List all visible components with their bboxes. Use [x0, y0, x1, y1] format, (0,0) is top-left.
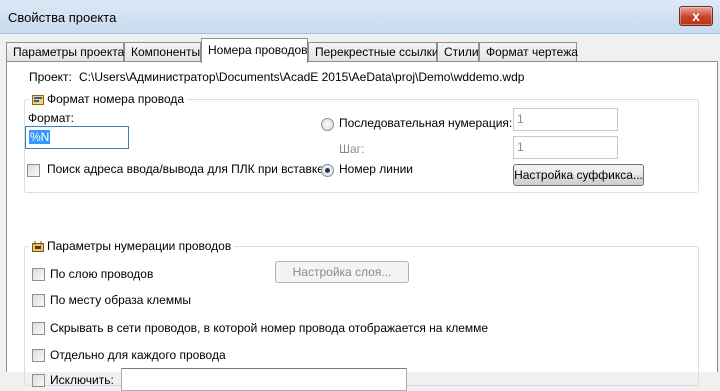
line-number-label: Номер линии — [339, 162, 414, 176]
title-bar: Свойства проекта x — [0, 0, 720, 34]
io-address-label: Поиск адреса ввода/вывода для ПЛК при вс… — [47, 162, 324, 176]
line-number-radio[interactable] — [321, 164, 334, 177]
wire-format-icon — [32, 95, 44, 105]
tab-project-params[interactable]: Параметры проекта — [6, 42, 124, 62]
tab-page-wire-numbers: Проект: C:\Users\Администратор\Documents… — [6, 61, 718, 391]
wire-format-title: Формат номера провода — [47, 92, 185, 106]
tab-components[interactable]: Компоненты — [124, 42, 201, 62]
exclude-label: Исключить: — [50, 373, 114, 387]
numbering-params-icon — [32, 241, 44, 252]
per-layer-label: По слою проводов — [50, 267, 154, 281]
io-address-checkbox[interactable] — [27, 164, 40, 177]
hide-on-terminal-checkbox[interactable] — [32, 322, 45, 335]
terminal-checkbox[interactable] — [32, 294, 45, 307]
close-button[interactable]: x — [679, 6, 713, 26]
project-label: Проект: — [29, 70, 72, 84]
project-path: C:\Users\Администратор\Documents\AcadE 2… — [79, 70, 525, 84]
tab-styles[interactable]: Стили — [437, 42, 479, 62]
step-input[interactable]: 1 — [513, 136, 618, 159]
tab-cross-references[interactable]: Перекрестные ссылки — [308, 42, 439, 62]
sequential-radio[interactable] — [321, 118, 334, 131]
exclude-input[interactable] — [121, 368, 407, 391]
each-wire-checkbox[interactable] — [32, 349, 45, 362]
format-value: %N — [29, 130, 51, 144]
window-body: Параметры проекта Компоненты Номера пров… — [0, 34, 720, 391]
layer-setup-button[interactable]: Настройка слоя... — [275, 261, 409, 283]
format-label: Формат: — [28, 111, 74, 125]
exclude-checkbox[interactable] — [32, 374, 45, 387]
sequential-label: Последовательная нумерация: — [339, 116, 513, 130]
hide-on-terminal-label: Скрывать в сети проводов, в которой номе… — [50, 321, 489, 335]
numbering-params-group: Параметры нумерации проводов По слою про… — [24, 239, 699, 391]
each-wire-label: Отдельно для каждого провода — [50, 348, 226, 362]
suffix-setup-button[interactable]: Настройка суффикса... — [513, 164, 644, 186]
terminal-label: По месту образа клеммы — [50, 293, 191, 307]
sequential-input[interactable]: 1 — [513, 108, 618, 131]
numbering-params-title: Параметры нумерации проводов — [47, 239, 232, 253]
wire-format-group: Формат номера провода Формат: %N Поиск а… — [24, 92, 699, 193]
window-title: Свойства проекта — [8, 10, 117, 25]
per-layer-checkbox[interactable] — [32, 268, 45, 281]
step-label: Шаг: — [339, 142, 365, 156]
format-input[interactable]: %N — [25, 126, 129, 149]
tab-drawing-format[interactable]: Формат чертежа — [479, 42, 578, 62]
tab-wire-numbers[interactable]: Номера проводов — [201, 38, 308, 63]
